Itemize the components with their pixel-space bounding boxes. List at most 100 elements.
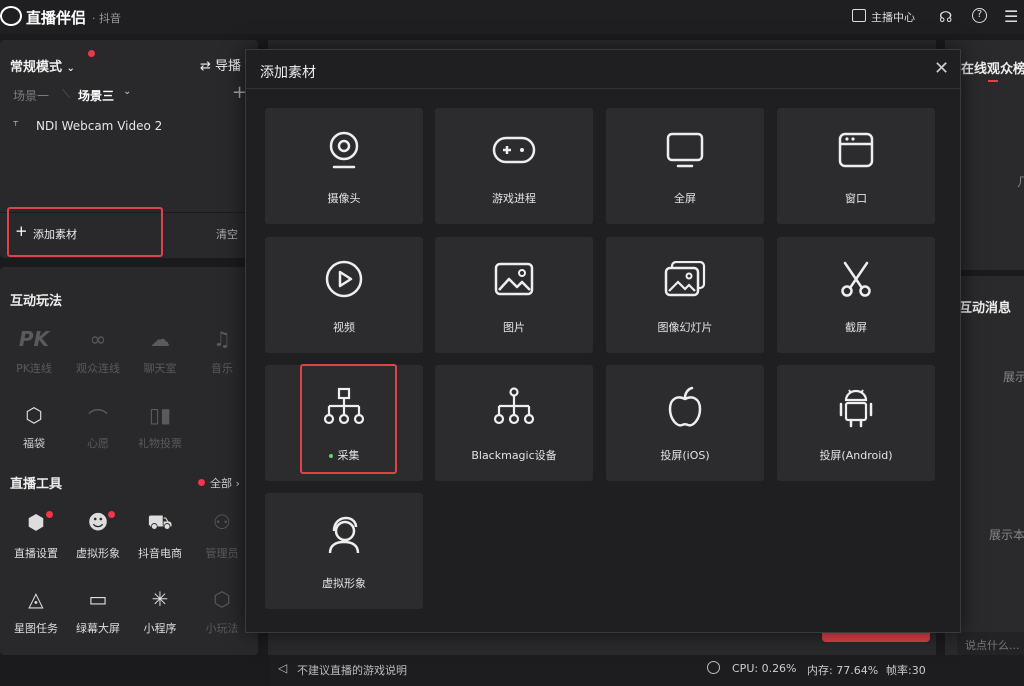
live-settings-dot	[46, 511, 53, 518]
pk-label: PK连线	[16, 362, 52, 375]
gift-vote-icon[interactable]: ▯▮	[136, 403, 184, 427]
tile-window[interactable]: 窗口	[777, 108, 935, 224]
music-label: 音乐	[211, 362, 233, 375]
tools-dot	[198, 479, 205, 486]
app-name: 直播伴侣	[26, 9, 87, 27]
tile-label: 摄像头	[327, 192, 361, 205]
scene-tab-3[interactable]: 场景三	[78, 87, 114, 104]
status-bar: ◁ 不建议直播的游戏说明 CPU: 0.26% 内存: 77.64% 帧率:30	[270, 655, 1024, 686]
tile-label: 图像幻灯片	[657, 321, 713, 334]
mini-program-label: 小程序	[143, 622, 177, 635]
anchor-center-button[interactable]: 主播中心	[871, 9, 915, 25]
tools-title: 直播工具	[10, 477, 63, 492]
tile-label: 游戏进程	[492, 192, 536, 205]
headset-icon[interactable]: ☊	[939, 8, 952, 26]
scene-panel: 常规模式 ⌄ ⇄ 导播 场景一 ⟍ 场景三 ⌄ + ⸆ NDI Webcam V…	[0, 40, 258, 258]
show-text-1: 展示	[1003, 370, 1024, 384]
swap-icon: ⇄	[200, 59, 211, 74]
avatar-tool-label: 虚拟形象	[76, 547, 120, 560]
tile-image[interactable]: 图片	[435, 237, 593, 353]
apple-icon	[606, 385, 764, 429]
tile-fullscreen[interactable]: 全屏	[606, 108, 764, 224]
menu-icon[interactable]: ☰	[1004, 7, 1018, 26]
partial-char: 几	[1017, 175, 1024, 189]
highlight-box-capture	[300, 364, 397, 474]
tile-virtual-avatar[interactable]: 虚拟形象	[265, 493, 423, 609]
tools-all-link[interactable]: 全部 ›	[210, 475, 240, 491]
tile-game-process[interactable]: 游戏进程	[435, 108, 593, 224]
source-item[interactable]: NDI Webcam Video 2	[36, 119, 162, 133]
interactive-title: 互动玩法	[10, 294, 63, 309]
director-label: 导播	[215, 59, 242, 74]
tile-video[interactable]: 视频	[265, 237, 423, 353]
app-platform: · 抖音	[92, 12, 121, 25]
tile-screenshot[interactable]: 截屏	[777, 237, 935, 353]
tile-webcam[interactable]: 摄像头	[265, 108, 423, 224]
green-screen-icon[interactable]: ▭	[74, 587, 122, 611]
star-task-icon[interactable]: ◬	[12, 587, 60, 611]
mini-game-icon[interactable]: ⬡	[198, 587, 246, 611]
fps-readout: 帧率:30	[886, 664, 926, 677]
notification-dot	[88, 50, 95, 57]
cart-icon[interactable]: ⛟	[136, 510, 184, 537]
director-button[interactable]: ⇄ 导播	[200, 55, 241, 74]
live-settings-label: 直播设置	[14, 547, 58, 560]
green-screen-label: 绿幕大屏	[76, 622, 120, 635]
tile-blackmagic[interactable]: Blackmagic设备	[435, 365, 593, 481]
close-icon[interactable]: ✕	[934, 58, 949, 79]
tile-label: 图片	[503, 321, 525, 334]
mode-select[interactable]: 常规模式 ⌄	[10, 56, 75, 75]
tile-ios-cast[interactable]: 投屏(iOS)	[606, 365, 764, 481]
add-material-button[interactable]: 添加素材	[33, 226, 77, 242]
wish-label: 心愿	[87, 437, 109, 450]
scene-chevron-icon[interactable]: ⌄	[123, 86, 131, 97]
tile-label: 截屏	[845, 321, 867, 334]
scene-separator-icon: ⟍	[62, 87, 71, 101]
tile-slideshow[interactable]: 图像幻灯片	[606, 237, 764, 353]
ecommerce-label: 抖音电商	[138, 547, 182, 560]
performance-icon	[707, 661, 720, 674]
tools-all-label: 全部	[210, 477, 232, 490]
tile-label: 投屏(Android)	[819, 449, 893, 462]
messages-title: 互动消息	[959, 301, 1012, 316]
scissors-icon	[777, 257, 935, 301]
plus-icon: +	[15, 222, 28, 240]
show-text-2: 展示本	[989, 528, 1024, 542]
mini-program-icon[interactable]: ✳	[136, 587, 184, 611]
tile-label: 视频	[333, 321, 355, 334]
wish-icon[interactable]: ⌒	[74, 403, 122, 432]
chatroom-icon[interactable]: ☁	[136, 327, 184, 351]
clear-button[interactable]: 清空	[216, 226, 238, 242]
comment-placeholder: 说点什么...	[965, 639, 1020, 652]
scene-tab-1[interactable]: 场景一	[13, 87, 49, 104]
avatar-tool-dot	[108, 511, 115, 518]
mini-game-label: 小玩法	[205, 622, 239, 635]
gift-vote-label: 礼物投票	[138, 437, 182, 450]
viewer-link-icon[interactable]: ∞	[74, 327, 122, 351]
source-tree-icon: ⸆	[13, 119, 19, 132]
star-task-label: 星图任务	[14, 622, 58, 635]
app-logo-icon	[0, 6, 22, 26]
avatar-icon	[265, 513, 423, 557]
game-tip-link[interactable]: 不建议直播的游戏说明	[297, 662, 407, 678]
chevron-right-icon: ›	[235, 477, 240, 490]
tile-android-cast[interactable]: 投屏(Android)	[777, 365, 935, 481]
tools-panel: 互动玩法 PK PK连线 ∞ 观众连线 ☁ 聊天室 ♫ 音乐 ⬡ 福袋 ⌒ 心愿…	[0, 267, 258, 655]
dialog-title: 添加素材	[260, 65, 316, 81]
pk-icon[interactable]: PK	[10, 327, 58, 351]
help-icon[interactable]: ?	[972, 8, 987, 23]
speaker-muted-icon: ◁	[278, 661, 288, 675]
admin-label: 管理员	[205, 547, 239, 560]
memory-usage: 内存: 77.64%	[807, 664, 879, 677]
tile-label: Blackmagic设备	[471, 449, 557, 462]
viewer-link-label: 观众连线	[76, 362, 120, 375]
admin-icon[interactable]: ⚇	[198, 510, 246, 534]
add-material-dialog: 添加素材 ✕ 摄像头 游戏进程 全屏 窗口 视频 图片 图像幻灯片 截屏 采集	[245, 49, 962, 633]
chart-icon	[852, 9, 866, 22]
image-icon	[435, 257, 593, 301]
blackmagic-icon	[435, 385, 593, 429]
music-icon[interactable]: ♫	[198, 327, 246, 351]
lucky-bag-icon[interactable]: ⬡	[10, 403, 58, 427]
comment-input[interactable]: 说点什么...	[957, 632, 1024, 656]
tab-indicator	[988, 80, 998, 82]
